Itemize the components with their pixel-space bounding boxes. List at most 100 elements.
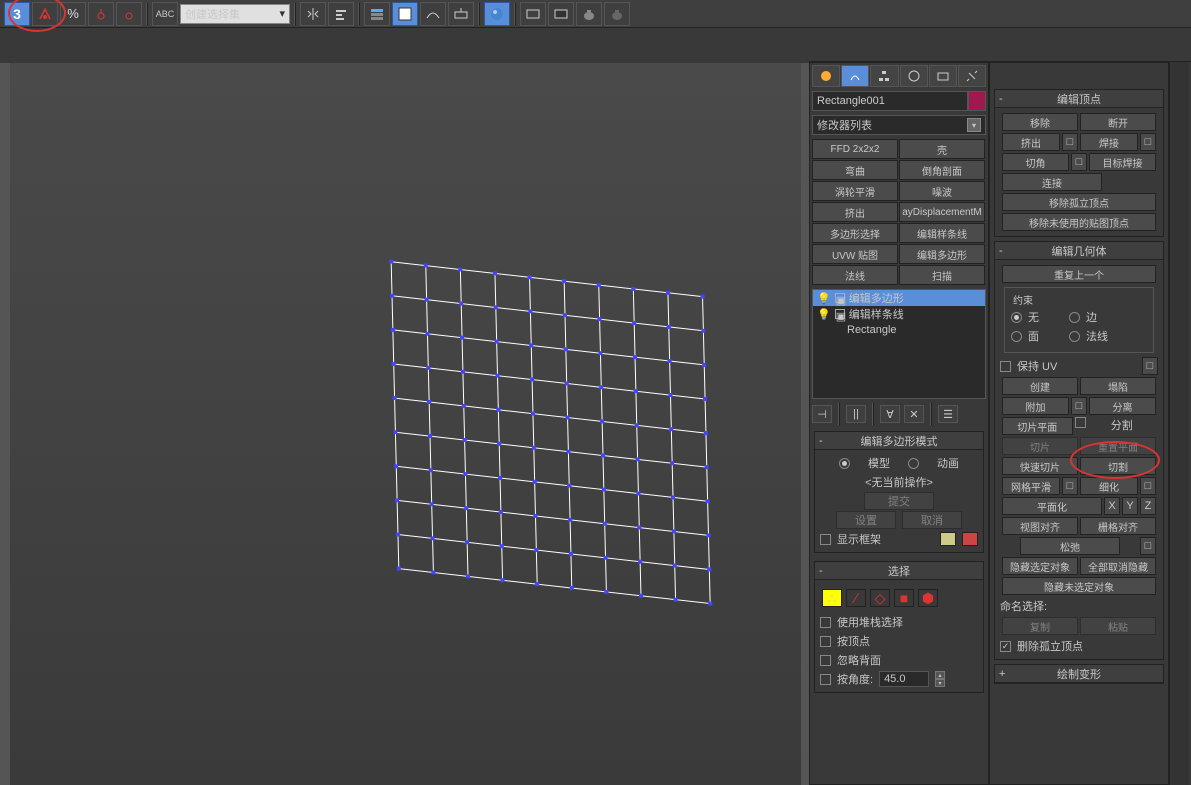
render-frame-button[interactable] [548,2,574,26]
snap-options-button[interactable] [116,2,142,26]
repeat-button[interactable]: 重复上一个 [1002,265,1156,283]
commit-button[interactable]: 提交 [864,492,934,510]
planar-button[interactable]: 平面化 [1002,497,1102,515]
unique-button[interactable]: ∀ [880,405,900,423]
rollout-header[interactable]: -编辑顶点 [995,90,1163,108]
slice-button[interactable]: 切片 [1002,437,1078,455]
material-editor-button[interactable] [484,2,510,26]
radio-model[interactable] [839,458,850,469]
subobj-edge[interactable]: ∕ [846,589,866,607]
tab-create[interactable] [812,65,840,87]
tessellate-settings[interactable]: □ [1140,477,1156,495]
mod-btn-噪波[interactable]: 噪波 [899,181,985,201]
layer-manager-button[interactable] [364,2,390,26]
mod-btn-弯曲[interactable]: 弯曲 [812,160,898,180]
tab-hierarchy[interactable] [870,65,898,87]
mod-btn-扫描[interactable]: 扫描 [899,265,985,285]
tab-modify[interactable] [841,65,869,87]
quickslice-button[interactable]: 快速切片 [1002,457,1078,475]
attach-button[interactable]: 附加 [1002,397,1069,415]
named-sel-btn[interactable]: ABC [152,2,178,26]
tab-utilities[interactable] [958,65,986,87]
relax-settings[interactable]: □ [1140,537,1156,555]
remove-button[interactable]: 移除 [1002,113,1078,131]
cancel-button[interactable]: 取消 [902,511,962,529]
curve-editor-button[interactable] [420,2,446,26]
create-button[interactable]: 创建 [1002,377,1078,395]
snap-angle-button[interactable] [32,2,58,26]
configure-button[interactable]: ☰ [938,405,958,423]
radio-normal[interactable] [1069,331,1080,342]
by-angle-check[interactable] [820,674,831,685]
del-iso-check[interactable] [1000,641,1011,652]
radio-anim[interactable] [908,458,919,469]
split-check[interactable] [1075,417,1086,428]
mod-btn-法线[interactable]: 法线 [812,265,898,285]
relax-button[interactable]: 松弛 [1020,537,1120,555]
hide-unsel-button[interactable]: 隐藏未选定对象 [1002,577,1156,595]
weld-settings[interactable]: □ [1140,133,1156,151]
remove-mod-button[interactable]: ✕ [904,405,924,423]
subobj-element[interactable]: ⬢ [918,589,938,607]
viewport[interactable] [0,28,809,785]
align-button[interactable] [328,2,354,26]
hide-sel-button[interactable]: 隐藏选定对象 [1002,557,1078,575]
reset-plane-button[interactable]: 重置平面 [1080,437,1156,455]
modifier-list-dropdown[interactable]: 修改器列表▾ [812,115,986,135]
panel-scrollbar[interactable] [1169,62,1189,785]
mod-btn-ayDisplacementM[interactable]: ayDisplacementM [899,202,985,222]
by-vertex-check[interactable] [820,636,831,647]
render-setup-button[interactable] [520,2,546,26]
detach-button[interactable]: 分离 [1089,397,1156,415]
mod-btn-壳[interactable]: 壳 [899,139,985,159]
stack-item-rectangle[interactable]: Rectangle [813,322,985,338]
slice-plane-button[interactable]: 切片平面 [1002,417,1073,435]
target-weld-button[interactable]: 目标焊接 [1089,153,1156,171]
teapot2-button[interactable] [604,2,630,26]
paste-button[interactable]: 粘贴 [1080,617,1156,635]
snap-3d-button[interactable]: 3 [4,2,30,26]
use-stack-check[interactable] [820,617,831,628]
teapot-button[interactable] [576,2,602,26]
mod-btn-倒角剖面[interactable]: 倒角剖面 [899,160,985,180]
object-color-swatch[interactable] [968,91,986,111]
mirror-button[interactable] [300,2,326,26]
unhide-all-button[interactable]: 全部取消隐藏 [1080,557,1156,575]
mod-btn-多边形选择[interactable]: 多边形选择 [812,223,898,243]
mod-btn-编辑样条线[interactable]: 编辑样条线 [899,223,985,243]
tab-motion[interactable] [900,65,928,87]
mod-btn-UVW 贴图[interactable]: UVW 贴图 [812,244,898,264]
attach-settings[interactable]: □ [1071,397,1087,415]
angle-spinner[interactable]: 45.0 [879,671,929,687]
collapse-button[interactable]: 塌陷 [1080,377,1156,395]
planar-x[interactable]: X [1104,497,1120,515]
rollout-header[interactable]: -选择 [815,562,983,580]
remove-unused-button[interactable]: 移除未使用的贴图顶点 [1002,213,1156,231]
preserve-uv-check[interactable] [1000,361,1011,372]
chamfer-button[interactable]: 切角 [1002,153,1069,171]
rollout-header[interactable]: +绘制变形 [995,665,1163,683]
object-name-input[interactable]: Rectangle001 [812,91,968,111]
show-end-button[interactable]: || [846,405,866,423]
chamfer-settings[interactable]: □ [1071,153,1087,171]
extrude-settings[interactable]: □ [1062,133,1078,151]
mod-btn-编辑多边形[interactable]: 编辑多边形 [899,244,985,264]
radio-edge[interactable] [1069,312,1080,323]
spin-up[interactable]: ▴ [935,671,945,679]
pin-button[interactable]: ⊣ [812,405,832,423]
break-button[interactable]: 断开 [1080,113,1156,131]
msmooth-settings[interactable]: □ [1062,477,1078,495]
planar-y[interactable]: Y [1122,497,1138,515]
snap-spinner-button[interactable] [88,2,114,26]
copy-button[interactable]: 复制 [1002,617,1078,635]
settings-button[interactable]: 设置 [836,511,896,529]
grid-align-button[interactable]: 栅格对齐 [1080,517,1156,535]
mod-btn-FFD 2x2x2[interactable]: FFD 2x2x2 [812,139,898,159]
cage-color1[interactable] [940,532,956,546]
modifier-stack[interactable]: 💡▣编辑多边形 💡▣编辑样条线 Rectangle [812,289,986,399]
snap-percent-button[interactable]: % [60,2,86,26]
schematic-view-button[interactable] [448,2,474,26]
tessellate-button[interactable]: 细化 [1080,477,1138,495]
stack-item-edit-spline[interactable]: 💡▣编辑样条线 [813,306,985,322]
remove-iso-button[interactable]: 移除孤立顶点 [1002,193,1156,211]
